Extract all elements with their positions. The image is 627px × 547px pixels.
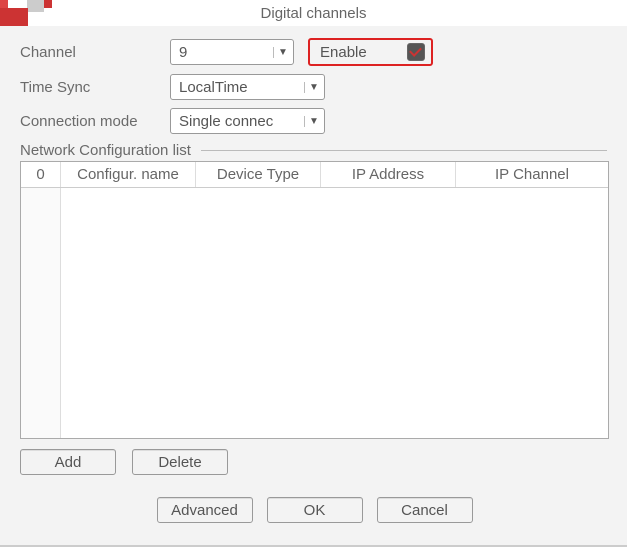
channel-label: Channel bbox=[20, 44, 170, 61]
add-button[interactable]: Add bbox=[20, 449, 116, 475]
titlebar: Digital channels bbox=[0, 0, 627, 26]
delete-button[interactable]: Delete bbox=[132, 449, 228, 475]
network-config-table[interactable]: 0 Configur. name Device Type IP Address … bbox=[20, 161, 609, 439]
connmode-select[interactable]: Single connec ▼ bbox=[170, 108, 325, 134]
col-ip-channel: IP Channel bbox=[456, 162, 608, 187]
col-ip-address: IP Address bbox=[321, 162, 456, 187]
enable-checkbox[interactable] bbox=[407, 43, 425, 61]
chevron-down-icon: ▼ bbox=[304, 82, 320, 93]
timesync-value: LocalTime bbox=[179, 79, 300, 96]
table-gutter bbox=[21, 188, 61, 438]
table-empty-area bbox=[61, 188, 608, 438]
network-config-label: Network Configuration list bbox=[20, 142, 609, 159]
window-title: Digital channels bbox=[261, 5, 367, 22]
channel-value: 9 bbox=[179, 44, 269, 61]
channel-select[interactable]: 9 ▼ bbox=[170, 39, 294, 65]
dialog-content: Channel 9 ▼ Enable Time Sync LocalTime ▼… bbox=[0, 26, 627, 531]
ok-button[interactable]: OK bbox=[267, 497, 363, 523]
col-index: 0 bbox=[21, 162, 61, 187]
chevron-down-icon: ▼ bbox=[273, 47, 289, 58]
chevron-down-icon: ▼ bbox=[304, 116, 320, 127]
advanced-button[interactable]: Advanced bbox=[157, 497, 253, 523]
enable-group: Enable bbox=[308, 38, 433, 66]
divider bbox=[201, 150, 607, 151]
timesync-select[interactable]: LocalTime ▼ bbox=[170, 74, 325, 100]
table-body bbox=[21, 188, 608, 438]
col-device-type: Device Type bbox=[196, 162, 321, 187]
cancel-button[interactable]: Cancel bbox=[377, 497, 473, 523]
table-header: 0 Configur. name Device Type IP Address … bbox=[21, 162, 608, 188]
enable-label: Enable bbox=[320, 44, 367, 61]
col-config-name: Configur. name bbox=[61, 162, 196, 187]
connmode-value: Single connec bbox=[179, 113, 300, 130]
timesync-label: Time Sync bbox=[20, 79, 170, 96]
app-logo bbox=[0, 0, 60, 26]
connmode-label: Connection mode bbox=[20, 113, 170, 130]
